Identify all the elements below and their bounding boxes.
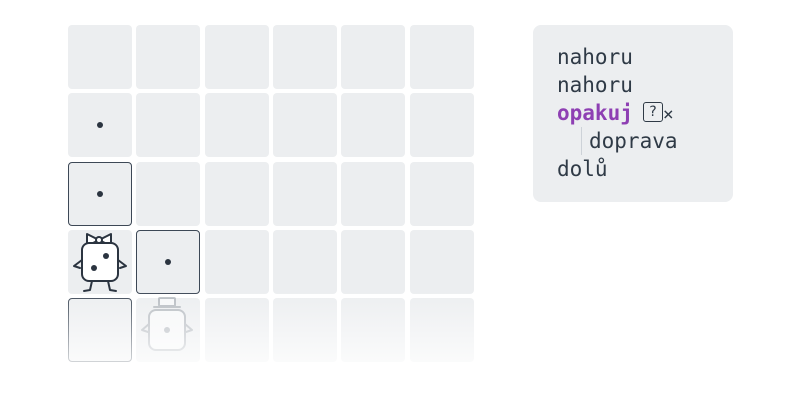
- code-line-5[interactable]: dolů: [557, 155, 733, 183]
- grid-cell: [341, 229, 406, 294]
- grid-cell: [68, 25, 132, 89]
- grid-cell: [409, 298, 474, 363]
- grid-cell: [272, 25, 337, 89]
- grid-cell: [341, 93, 406, 158]
- grid-cell: [136, 93, 201, 158]
- grid-cell: [204, 229, 269, 294]
- code-line-3[interactable]: opakuj? ×: [557, 99, 733, 127]
- dot-marker: [165, 258, 172, 265]
- command-up: nahoru: [557, 45, 633, 69]
- grid-cell: [68, 161, 132, 226]
- dot-marker: [97, 122, 103, 129]
- grid-cell: [68, 93, 132, 158]
- code-line-2[interactable]: nahoru: [557, 71, 733, 99]
- grid-cell: [136, 25, 201, 89]
- grid-cell: [409, 229, 474, 294]
- grid-cell: [204, 93, 269, 158]
- grid-cell: [272, 298, 337, 363]
- ghost-robot-icon: [134, 296, 202, 368]
- code-line-4[interactable]: doprava: [557, 127, 733, 155]
- code-panel: nahoru nahoru opakuj? × doprava dolů: [533, 25, 733, 202]
- grid-cell: [204, 25, 269, 89]
- grid-cell: [341, 25, 406, 89]
- grid-cell: [136, 161, 201, 226]
- grid-cell: [341, 298, 406, 363]
- command-down: dolů: [557, 157, 608, 181]
- command-up: nahoru: [557, 73, 633, 97]
- grid-cell: [409, 93, 474, 158]
- times-symbol: ×: [662, 104, 674, 125]
- grid-cell: [409, 161, 474, 226]
- robot-character-icon: [66, 228, 134, 300]
- grid-cell: [68, 298, 132, 363]
- grid-cell: [409, 25, 474, 89]
- grid-cell: [272, 161, 337, 226]
- grid-cell: [204, 161, 269, 226]
- grid-cell: [272, 229, 337, 294]
- repeat-count-input[interactable]: ?: [642, 102, 663, 122]
- grid-cell: [272, 93, 337, 158]
- dot-marker: [97, 190, 103, 197]
- command-right: doprava: [589, 129, 678, 153]
- grid-cell: [341, 161, 406, 226]
- grid-cell: [204, 298, 269, 363]
- code-line-1[interactable]: nahoru: [557, 43, 733, 71]
- repeat-keyword: opakuj: [557, 101, 633, 125]
- grid-cell: [136, 229, 201, 294]
